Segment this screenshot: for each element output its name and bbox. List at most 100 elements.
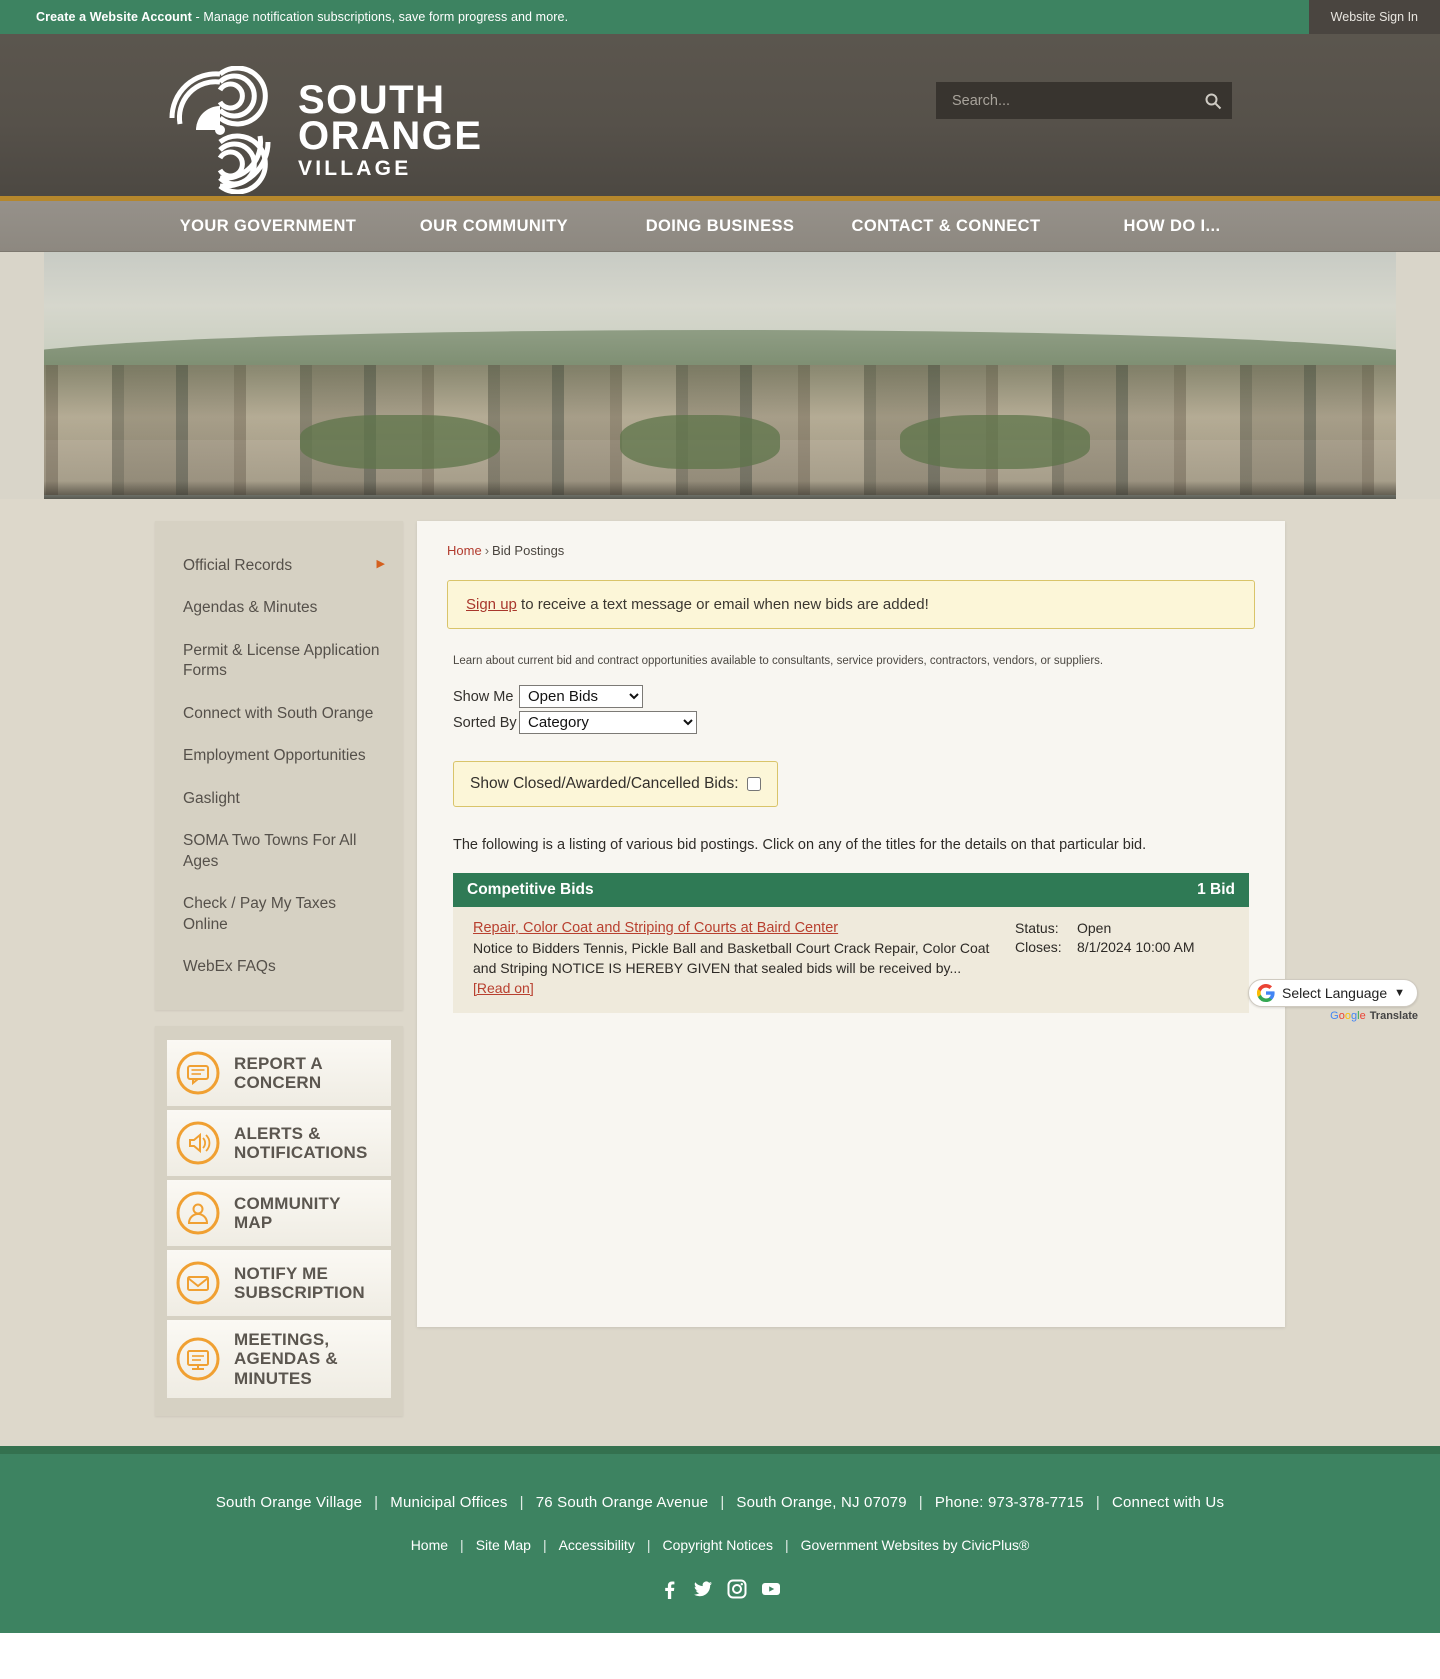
sidebar-label: Check / Pay My Taxes Online — [183, 895, 337, 933]
create-account-message[interactable]: Create a Website Account - Manage notifi… — [0, 10, 568, 24]
bid-description-text: Notice to Bidders Tennis, Pickle Ball an… — [473, 940, 990, 976]
footer-top-band — [0, 1445, 1440, 1454]
facebook-icon[interactable] — [659, 1579, 679, 1599]
nav-item-your-government[interactable]: YOUR GOVERNMENT — [155, 217, 381, 236]
sidebar-item-webex-faqs[interactable]: WebEx FAQs — [155, 946, 403, 988]
quick-link-meetings-agendas-minutes[interactable]: MEETINGS, AGENDAS & MINUTES — [167, 1320, 391, 1398]
nav-item-doing-business[interactable]: DOING BUSINESS — [607, 217, 833, 236]
sorted-by-select[interactable]: Category — [519, 711, 697, 734]
footer-connect-with-us[interactable]: Connect with Us — [1112, 1494, 1224, 1511]
quick-link-report-a-concern[interactable]: REPORT A CONCERN — [167, 1040, 391, 1107]
sidebar-links: Official Records ▶ Agendas & Minutes Per… — [155, 521, 403, 1011]
youtube-icon[interactable] — [761, 1579, 781, 1599]
footer-link-home[interactable]: Home — [411, 1537, 448, 1553]
search-submit-button[interactable] — [1204, 92, 1222, 110]
nav-item-how-do-i[interactable]: HOW DO I... — [1059, 217, 1285, 236]
sign-up-link[interactable]: Sign up — [466, 596, 517, 613]
table-row[interactable]: Repair, Color Coat and Striping of Court… — [453, 907, 1249, 1013]
bids-table: Competitive Bids 1 Bid Repair, Color Coa… — [453, 873, 1249, 1013]
listing-instructions: The following is a listing of various bi… — [453, 837, 1147, 853]
main-content: Home › Bid Postings Sign up to receive a t… — [417, 521, 1285, 1327]
logo-wordmark: SOUTH ORANGE VILLAGE — [298, 77, 483, 181]
sorted-by-row: Sorted By Category — [453, 711, 1267, 734]
bids-count-badge: 1 Bid — [1197, 881, 1235, 898]
website-sign-in-button[interactable]: Website Sign In — [1308, 0, 1440, 34]
person-icon — [176, 1191, 220, 1235]
signup-banner: Sign up to receive a text message or ema… — [447, 580, 1255, 629]
chevron-right-icon: ▶ — [376, 558, 385, 570]
google-wordmark: Google — [1330, 1010, 1366, 1022]
google-translate-widget: Select Language ▼ Google Translate — [1248, 979, 1418, 1022]
bid-status-line: Status: Open — [1015, 920, 1235, 936]
footer-municipal-offices[interactable]: Municipal Offices — [390, 1494, 507, 1511]
sidebar-item-permit-license-forms[interactable]: Permit & License Application Forms — [155, 630, 403, 693]
sidebar-item-agendas-minutes[interactable]: Agendas & Minutes — [155, 587, 403, 629]
footer-org-name[interactable]: South Orange Village — [216, 1494, 362, 1511]
footer-phone: Phone: 973-378-7715 — [934, 1493, 1084, 1511]
sidebar-item-employment-opportunities[interactable]: Employment Opportunities — [155, 735, 403, 777]
translate-credit: Google Translate — [1248, 1010, 1418, 1022]
sidebar-item-connect-south-orange[interactable]: Connect with South Orange — [155, 693, 403, 735]
signup-banner-text: to receive a text message or email when … — [516, 596, 929, 613]
sidebar-label: Connect with South Orange — [183, 704, 374, 722]
quick-link-label: COMMUNITY MAP — [234, 1194, 341, 1233]
bid-status-key: Status: — [1015, 920, 1059, 936]
bid-closes-line: Closes: 8/1/2024 10:00 AM — [1015, 939, 1235, 955]
footer-address: 76 South Orange Avenue — [535, 1493, 709, 1511]
sidebar-item-soma-two-towns[interactable]: SOMA Two Towns For All Ages — [155, 820, 403, 883]
chevron-down-icon: ▼ — [1394, 987, 1405, 999]
bids-section-title: Competitive Bids — [467, 881, 594, 898]
search-bar[interactable] — [936, 82, 1232, 119]
hero-banner-image — [0, 252, 1440, 499]
sidebar-label: Official Records — [183, 557, 293, 574]
quick-link-notify-me-subscription[interactable]: NOTIFY ME SUBSCRIPTION — [167, 1250, 391, 1317]
footer-link-accessibility[interactable]: Accessibility — [559, 1537, 635, 1553]
search-input[interactable] — [952, 92, 1204, 109]
footer-city-state-zip: South Orange, NJ 07079 — [736, 1493, 907, 1511]
site-footer: South Orange Village | Municipal Offices | 7… — [0, 1453, 1440, 1633]
footer-link-civicplus[interactable]: Government Websites by CivicPlus® — [801, 1537, 1030, 1553]
logo-line-3: VILLAGE — [298, 157, 412, 181]
utility-bar: Create a Website Account - Manage notifi… — [0, 0, 1440, 34]
footer-links-line: Home | Site Map | Accessibility | Copyright No… — [410, 1536, 1030, 1553]
footer-link-copyright-notices[interactable]: Copyright Notices — [662, 1537, 773, 1553]
show-closed-bids-toggle[interactable]: Show Closed/Awarded/Cancelled Bids: — [453, 761, 778, 807]
bid-title-link[interactable]: Repair, Color Coat and Striping of Court… — [473, 920, 838, 936]
twitter-icon[interactable] — [693, 1579, 713, 1599]
select-language-dropdown[interactable]: Select Language ▼ — [1248, 979, 1418, 1007]
sidebar-item-official-records[interactable]: Official Records ▶ — [155, 545, 403, 587]
show-closed-bids-label: Show Closed/Awarded/Cancelled Bids: — [470, 775, 739, 792]
site-header: SOUTH ORANGE VILLAGE Share Site Tools — [0, 34, 1440, 196]
show-me-select[interactable]: Open Bids — [519, 685, 643, 708]
bid-meta-column: Status: Open Closes: 8/1/2024 10:00 AM — [1015, 919, 1235, 999]
site-logo[interactable]: SOUTH ORANGE VILLAGE — [160, 66, 483, 194]
bid-main-column: Repair, Color Coat and Striping of Court… — [473, 919, 997, 999]
bid-status-value: Open — [1077, 920, 1112, 936]
chat-bubble-icon — [176, 1051, 220, 1095]
bid-closes-value: 8/1/2024 10:00 AM — [1077, 939, 1195, 955]
envelope-icon — [176, 1261, 220, 1305]
google-g-icon — [1257, 984, 1275, 1002]
read-on-link[interactable]: [Read on] — [473, 980, 534, 996]
show-closed-bids-checkbox[interactable] — [746, 777, 761, 791]
instagram-icon[interactable] — [727, 1579, 747, 1599]
social-links — [0, 1579, 1440, 1599]
nav-item-contact-connect[interactable]: CONTACT & CONNECT — [833, 217, 1059, 236]
breadcrumb-home-link[interactable]: Home — [447, 543, 482, 558]
main-navigation: YOUR GOVERNMENT OUR COMMUNITY DOING BUSI… — [0, 201, 1440, 252]
sidebar-label: SOMA Two Towns For All Ages — [183, 832, 357, 870]
sidebar-item-gaslight[interactable]: Gaslight — [155, 778, 403, 820]
create-account-link[interactable]: Create a Website Account — [36, 10, 192, 24]
nav-item-our-community[interactable]: OUR COMMUNITY — [381, 217, 607, 236]
learn-about-bids-text: Learn about current bid and contract opp… — [453, 655, 1104, 667]
quick-link-label: NOTIFY ME SUBSCRIPTION — [234, 1264, 365, 1303]
sidebar-item-check-pay-taxes[interactable]: Check / Pay My Taxes Online — [155, 883, 403, 946]
quick-link-alerts-notifications[interactable]: ALERTS & NOTIFICATIONS — [167, 1110, 391, 1177]
sidebar-label: Employment Opportunities — [183, 747, 366, 765]
logo-line-1: SOUTH — [298, 77, 446, 122]
presentation-icon — [176, 1337, 220, 1381]
logo-line-2: ORANGE — [298, 114, 483, 159]
footer-link-site-map[interactable]: Site Map — [476, 1537, 531, 1553]
quick-link-community-map[interactable]: COMMUNITY MAP — [167, 1180, 391, 1247]
show-me-row: Show Me Open Bids — [453, 685, 1267, 708]
